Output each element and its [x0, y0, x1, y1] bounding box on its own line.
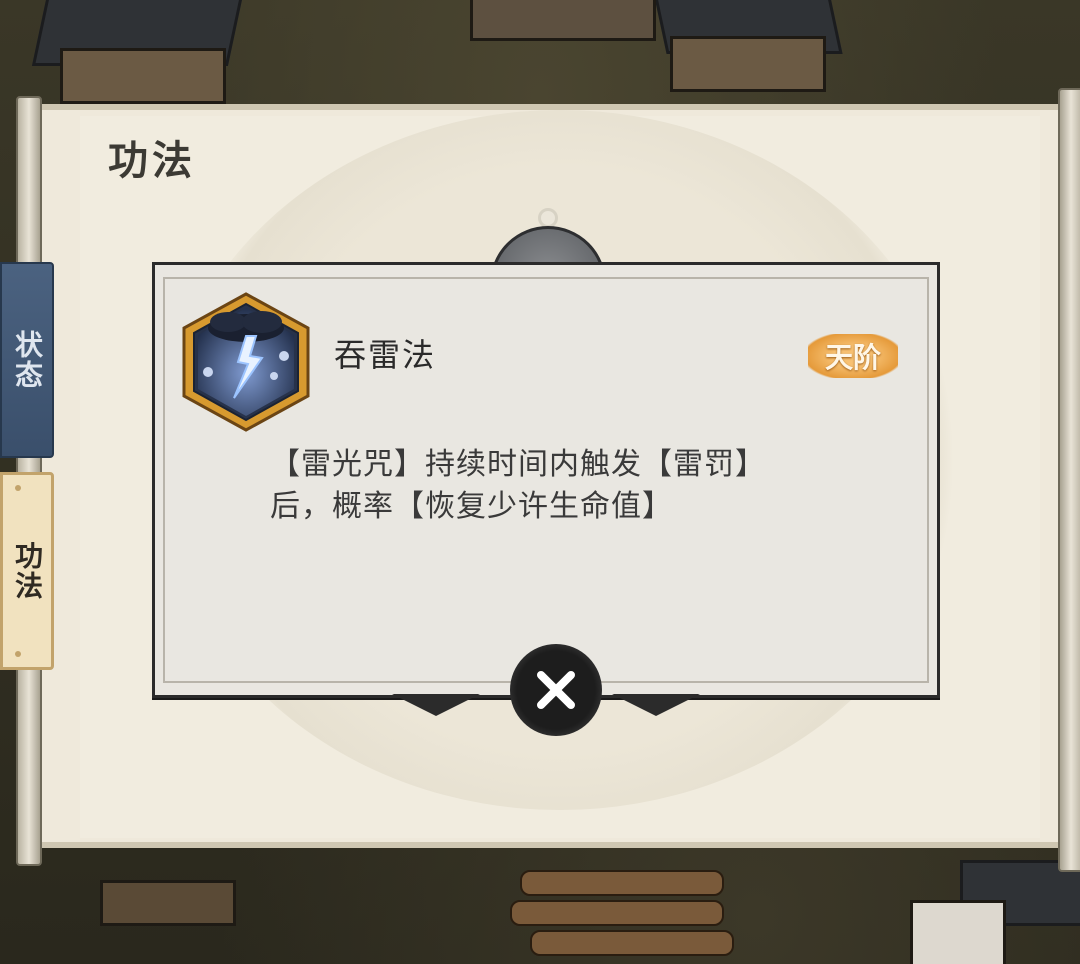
rank-label: 天阶 [824, 341, 881, 374]
tab-decoration-dot [15, 651, 21, 657]
tab-decoration-dot [15, 485, 21, 491]
close-icon [537, 671, 575, 709]
log-pile [510, 900, 724, 926]
skill-name: 吞雷法 [334, 336, 437, 374]
tab-status[interactable]: 状态 [0, 262, 54, 458]
tab-status-label: 状态 [11, 330, 44, 390]
cart [100, 880, 236, 926]
skill-description-line: 【雷光咒】持续时间内触发【雷罚】 [270, 447, 766, 482]
scroll-rod-right [1058, 88, 1080, 872]
tab-gongfa-label: 功法 [11, 541, 44, 601]
lamp-hook [538, 208, 558, 228]
house-wall [670, 36, 826, 92]
dialog-tail-left [392, 694, 480, 716]
close-button[interactable] [510, 644, 602, 736]
lightning-cloud-icon [176, 292, 316, 432]
dialog-tail-right [612, 694, 700, 716]
log-pile [530, 930, 734, 956]
panel-title: 功法 [108, 138, 196, 184]
tab-gongfa[interactable]: 功法 [0, 472, 54, 670]
skill-description: 【雷光咒】持续时间内触发【雷罚】 后，概率【恢复少许生命值】 [270, 444, 830, 528]
rank-badge: 天阶 [808, 334, 898, 378]
log-pile [520, 870, 724, 896]
shed [470, 0, 656, 41]
house-wall [910, 900, 1006, 964]
house-wall [60, 48, 226, 104]
skill-description-line: 后，概率【恢复少许生命值】 [270, 489, 673, 524]
